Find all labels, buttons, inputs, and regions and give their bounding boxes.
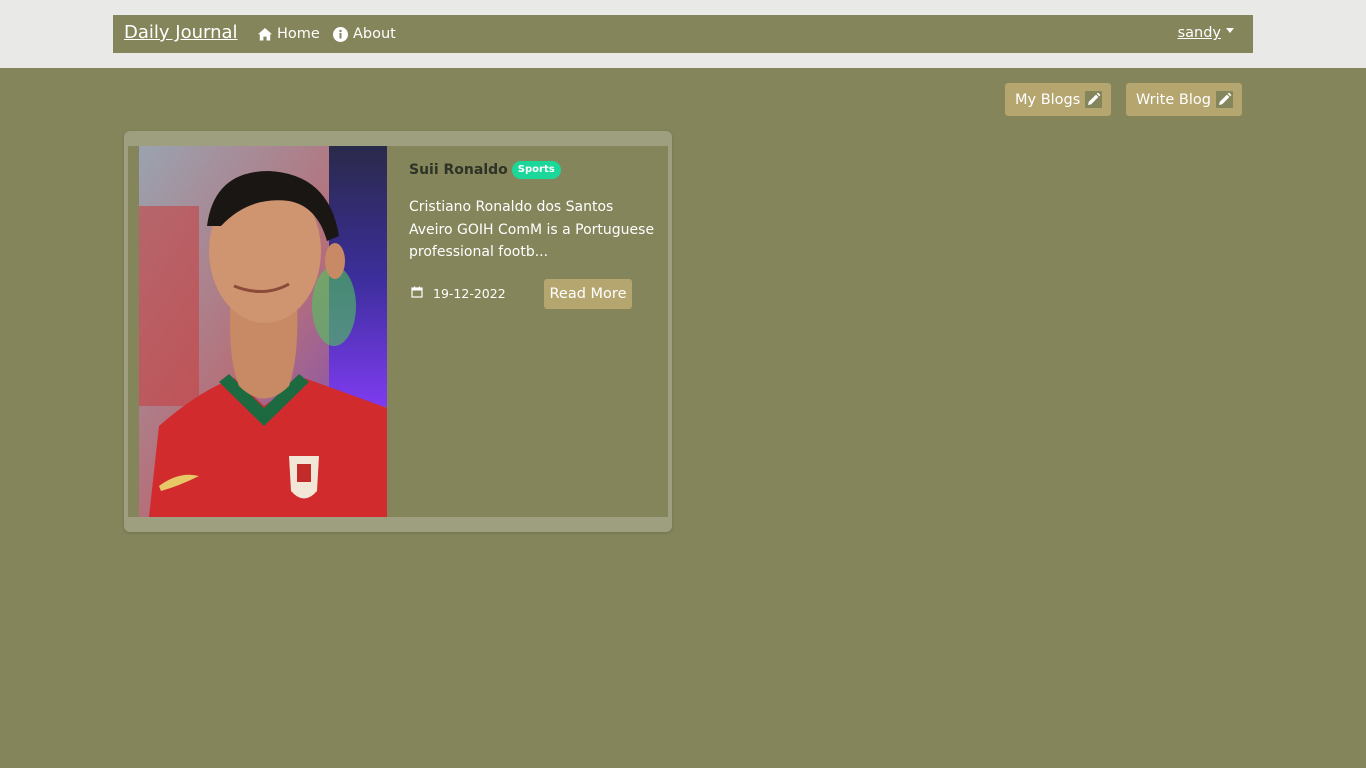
post-date: 19-12-2022: [433, 286, 506, 301]
user-menu-dropdown[interactable]: sandy: [1178, 25, 1234, 41]
post-title-row: Suii Ronaldo Sports: [409, 161, 561, 179]
pencil-icon: [1085, 91, 1102, 108]
user-name: sandy: [1177, 25, 1221, 41]
caret-down-icon: [1226, 27, 1234, 33]
blog-post-image: [139, 146, 387, 517]
nav-about-label: About: [353, 26, 396, 42]
write-blog-button[interactable]: Write Blog: [1126, 83, 1242, 116]
read-more-button[interactable]: Read More: [544, 279, 632, 309]
nav-home-link[interactable]: Home: [258, 25, 320, 43]
nav-home-label: Home: [277, 26, 320, 42]
blog-card-content: Suii Ronaldo Sports Cristiano Ronaldo do…: [128, 146, 668, 517]
pencil-icon: [1216, 91, 1233, 108]
navbar: Daily Journal Home About sandy: [113, 15, 1253, 53]
nav-about-link[interactable]: About: [333, 25, 396, 43]
my-blogs-button[interactable]: My Blogs: [1005, 83, 1111, 116]
blog-card: Suii Ronaldo Sports Cristiano Ronaldo do…: [124, 131, 672, 532]
post-excerpt: Cristiano Ronaldo dos Santos Aveiro GOIH…: [409, 199, 655, 260]
top-bar: Daily Journal Home About sandy: [0, 0, 1366, 68]
brand-link[interactable]: Daily Journal: [124, 22, 238, 43]
post-date-row: 19-12-2022: [411, 286, 506, 301]
category-badge: Sports: [511, 161, 561, 179]
home-icon: [258, 27, 272, 41]
info-icon: [333, 26, 348, 42]
calendar-icon: [411, 286, 423, 301]
write-blog-label: Write Blog: [1136, 91, 1211, 108]
my-blogs-label: My Blogs: [1015, 91, 1081, 108]
post-title[interactable]: Suii Ronaldo: [409, 162, 508, 178]
